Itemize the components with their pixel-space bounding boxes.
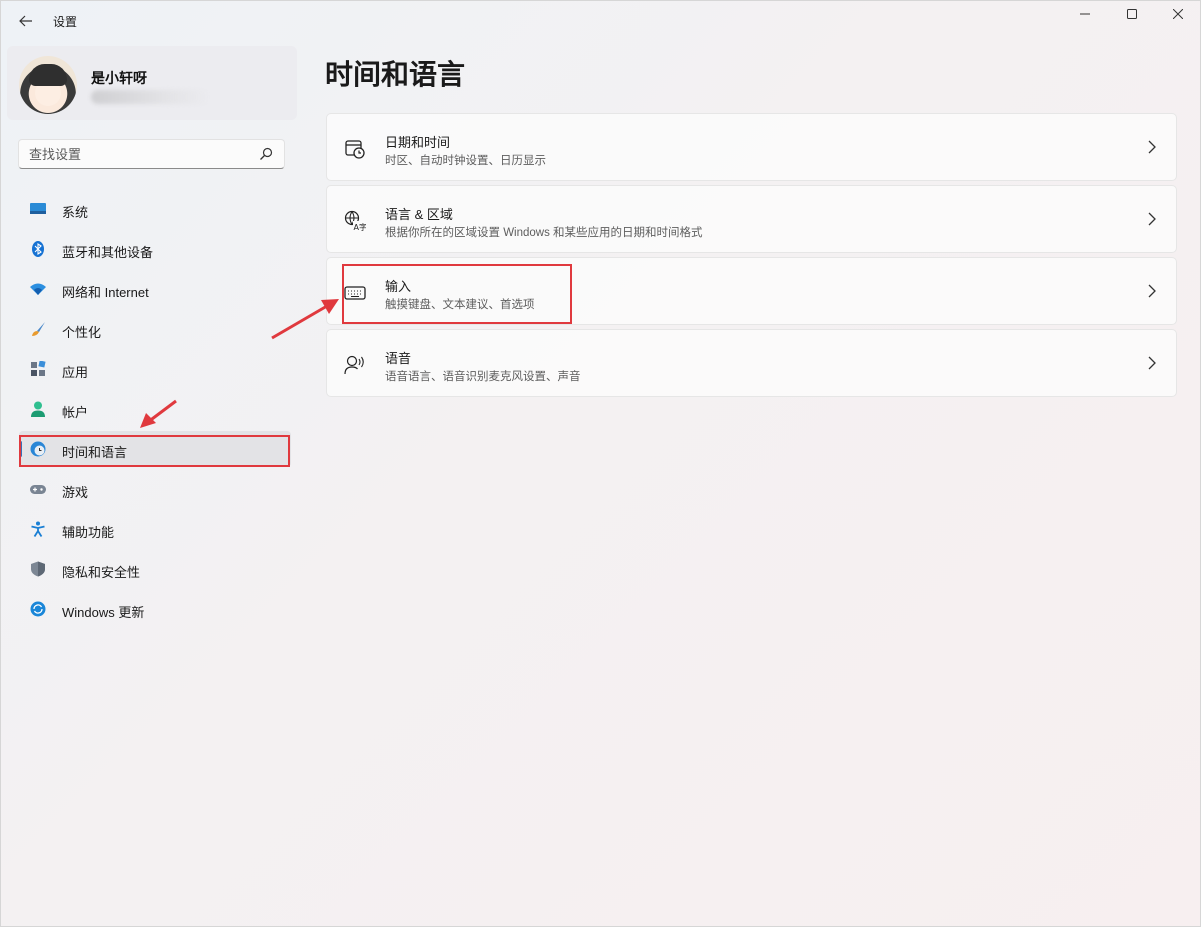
chevron-right-icon [1148,284,1156,298]
sidebar-item-time-language[interactable]: 时间和语言 [19,431,291,467]
card-title: 输入 [385,279,412,294]
sidebar-item-accessibility[interactable]: 辅助功能 [19,511,291,547]
card-title: 日期和时间 [385,135,451,150]
back-arrow-icon [19,15,32,27]
card-language-region[interactable]: A字 语言 & 区域 根据你所在的区域设置 Windows 和某些应用的日期和时… [326,185,1177,253]
card-description: 时区、自动时钟设置、日历显示 [385,155,546,167]
keyboard-icon [344,286,366,300]
time-language-icon [30,441,46,457]
user-profile-card[interactable]: 是小轩呀 [7,46,297,120]
sidebar-nav: 系统 蓝牙和其他设备 网络和 Internet 个性化 应用 帐户 时间和语言 … [19,191,291,631]
bluetooth-icon [32,241,44,257]
avatar [19,56,77,114]
card-title: 语音 [385,351,412,366]
close-button[interactable] [1155,1,1201,27]
sidebar-item-bluetooth[interactable]: 蓝牙和其他设备 [19,231,291,267]
accessibility-icon [31,521,45,537]
card-speech[interactable]: 语音 语音语言、语音识别麦克风设置、声音 [326,329,1177,397]
update-icon [30,601,46,617]
chevron-right-icon [1148,212,1156,226]
page-title: 时间和语言 [325,59,466,90]
calendar-clock-icon [345,140,365,159]
svg-text:A字: A字 [354,222,367,232]
minimize-button[interactable] [1062,1,1108,27]
app-title: 设置 [53,15,78,29]
sidebar-item-apps[interactable]: 应用 [19,351,291,387]
search-box[interactable] [18,139,285,169]
sidebar-item-gaming[interactable]: 游戏 [19,471,291,507]
card-typing[interactable]: 输入 触摸键盘、文本建议、首选项 [326,257,1177,325]
gamepad-icon [30,485,46,494]
maximize-icon [1127,9,1137,19]
selected-indicator [19,441,22,457]
monitor-icon [30,203,46,214]
apps-icon [31,361,46,376]
sidebar-item-windows-update[interactable]: Windows 更新 [19,591,291,627]
settings-window: 设置 是小轩呀 系统 [0,0,1201,927]
sidebar-item-accounts[interactable]: 帐户 [19,391,291,427]
card-description: 语音语言、语音识别麦克风设置、声音 [385,371,581,383]
back-button[interactable] [11,7,41,35]
language-region-icon: A字 [344,210,366,232]
sidebar-item-personalization[interactable]: 个性化 [19,311,291,347]
chevron-right-icon [1148,140,1156,154]
user-email-blurred [91,90,209,104]
sidebar-item-privacy[interactable]: 隐私和安全性 [19,551,291,587]
user-name: 是小轩呀 [91,70,147,86]
search-input[interactable] [29,145,249,163]
shield-icon [31,561,45,577]
card-description: 触摸键盘、文本建议、首选项 [385,299,535,311]
account-icon [31,401,45,417]
maximize-button[interactable] [1109,1,1155,27]
sidebar-item-system[interactable]: 系统 [19,191,291,227]
chevron-right-icon [1148,356,1156,370]
card-title: 语言 & 区域 [385,207,453,222]
close-icon [1173,9,1183,19]
minimize-icon [1080,13,1090,15]
wifi-icon [30,283,46,295]
search-icon[interactable] [258,146,274,162]
card-description: 根据你所在的区域设置 Windows 和某些应用的日期和时间格式 [385,227,703,239]
title-bar: 设置 [1,1,1200,41]
card-date-time[interactable]: 日期和时间 时区、自动时钟设置、日历显示 [326,113,1177,181]
sidebar-item-network[interactable]: 网络和 Internet [19,271,291,307]
speech-icon [344,355,364,375]
brush-icon [32,322,45,336]
